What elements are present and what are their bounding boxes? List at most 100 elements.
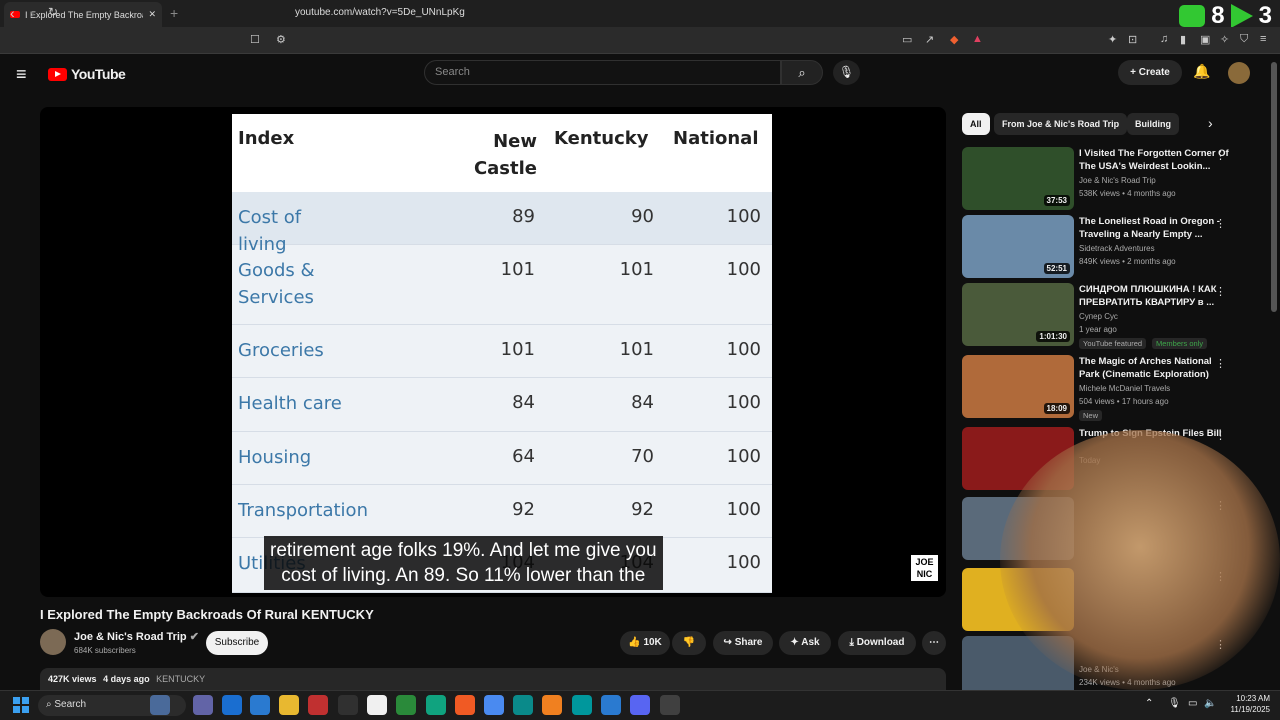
recommended-channel[interactable]: Michele McDaniel Travels bbox=[1079, 384, 1170, 393]
browser-tab-bar bbox=[0, 0, 1280, 27]
back-icon[interactable]: ‹ bbox=[10, 5, 15, 21]
tray-network-icon[interactable]: ▭ bbox=[1188, 698, 1197, 709]
more-options-icon[interactable]: ⋮ bbox=[1215, 217, 1226, 230]
dislike-button[interactable]: 👎 bbox=[672, 631, 706, 655]
hamburger-menu-icon[interactable]: ≡ bbox=[16, 64, 27, 85]
subscribe-button[interactable]: Subscribe bbox=[206, 631, 268, 655]
screenshot-icon[interactable]: ⊡ bbox=[1128, 33, 1137, 46]
recommended-video[interactable]: 52:51 The Loneliest Road in Oregon - Trav… bbox=[962, 215, 1262, 279]
share-button[interactable]: ↪ Share bbox=[713, 631, 773, 655]
app2-icon[interactable] bbox=[660, 695, 680, 715]
vpn-icon[interactable]: ⛉ bbox=[1240, 33, 1248, 46]
taskbar-search-label: Search bbox=[54, 699, 87, 710]
ai-icon[interactable]: ✧ bbox=[1220, 33, 1229, 46]
new-tab-icon[interactable]: + bbox=[170, 5, 178, 21]
discord-icon[interactable] bbox=[630, 695, 650, 715]
chip-building[interactable]: Building bbox=[1127, 113, 1179, 135]
video-thumbnail[interactable]: 18:09 bbox=[962, 355, 1074, 418]
channel-avatar[interactable] bbox=[40, 629, 66, 655]
tab-title: I Explored The Empty Backroads bbox=[25, 9, 144, 20]
recommended-title[interactable]: СИНДРОМ ПЛЮШКИНА ! КАК ПРЕВРАТИТЬ КВАРТИ… bbox=[1079, 283, 1229, 309]
close-tab-icon[interactable]: ✕ bbox=[148, 9, 156, 20]
recommended-channel[interactable]: Sidetrack Adventures bbox=[1079, 244, 1155, 253]
ask-button[interactable]: ✦ Ask bbox=[779, 631, 831, 655]
recommended-video[interactable]: 1:01:30 СИНДРОМ ПЛЮШКИНА ! КАК ПРЕВРАТИТЬ… bbox=[962, 283, 1262, 349]
chip-all[interactable]: All bbox=[962, 113, 990, 135]
recommended-channel[interactable]: Супер Сус bbox=[1079, 312, 1118, 321]
browser-menu-icon[interactable]: ≡ bbox=[1260, 33, 1266, 45]
tray-mic-icon[interactable]: 🎙 bbox=[1168, 698, 1181, 709]
windows-start-icon[interactable] bbox=[13, 697, 29, 713]
ask-label: Ask bbox=[801, 637, 820, 648]
description-box[interactable]: 427K views 4 days ago KENTUCKY bbox=[40, 668, 946, 690]
recommended-title[interactable]: I Visited The Forgotten Corner Of The US… bbox=[1079, 147, 1229, 173]
more-actions-icon[interactable]: ⋯ bbox=[922, 631, 946, 655]
recommended-video[interactable]: 37:53 I Visited The Forgotten Corner Of T… bbox=[962, 147, 1262, 211]
create-button[interactable]: + Create bbox=[1118, 60, 1182, 85]
edge-icon[interactable] bbox=[513, 695, 533, 715]
recommended-video[interactable]: 18:09 The Magic of Arches National Park (… bbox=[962, 355, 1262, 421]
channel-watermark[interactable]: JOE NIC bbox=[911, 555, 938, 581]
remote-desktop-icon[interactable] bbox=[250, 695, 270, 715]
notifications-bell-icon[interactable]: 🔔 bbox=[1193, 63, 1210, 80]
bookmark-icon[interactable]: ☐ bbox=[250, 33, 260, 46]
cast-icon[interactable]: ▭ bbox=[902, 33, 912, 46]
video-thumbnail[interactable]: 1:01:30 bbox=[962, 283, 1074, 346]
file-explorer-icon[interactable] bbox=[279, 695, 299, 715]
widgets-icon[interactable] bbox=[150, 695, 170, 715]
extensions-icon[interactable]: ✦ bbox=[1108, 33, 1117, 46]
teams-icon[interactable] bbox=[193, 695, 213, 715]
tray-overflow-icon[interactable]: ⌃ bbox=[1145, 698, 1153, 709]
firefox-icon[interactable] bbox=[542, 695, 562, 715]
search-input[interactable]: Search bbox=[424, 60, 781, 85]
create-label: Create bbox=[1138, 67, 1170, 78]
shield-app-icon[interactable] bbox=[396, 695, 416, 715]
reload-icon[interactable]: ↻ bbox=[48, 5, 58, 19]
recommended-channel[interactable]: Joe & Nic's Road Trip bbox=[1079, 176, 1156, 185]
youtube-logo[interactable]: YouTube bbox=[48, 66, 126, 82]
wallet-icon[interactable]: ▣ bbox=[1200, 33, 1210, 46]
chips-next-icon[interactable]: › bbox=[1208, 115, 1213, 131]
capcut-icon[interactable] bbox=[367, 695, 387, 715]
outlook-icon[interactable] bbox=[222, 695, 242, 715]
youtube-play-logo-icon bbox=[48, 67, 67, 81]
app-icon[interactable] bbox=[308, 695, 328, 715]
more-options-icon[interactable]: ⋮ bbox=[1215, 357, 1226, 370]
recommended-title[interactable]: The Magic of Arches National Park (Cinem… bbox=[1079, 355, 1229, 381]
share-page-icon[interactable]: ↗ bbox=[925, 33, 934, 46]
channel-name[interactable]: Joe & Nic's Road Trip ✔ bbox=[74, 630, 199, 643]
forward-icon[interactable]: › bbox=[30, 5, 35, 21]
search-icon[interactable]: ⌕ bbox=[781, 60, 823, 85]
url-field[interactable]: youtube.com/watch?v=5De_UNnLpKg bbox=[295, 7, 465, 18]
brave-shield-icon[interactable]: ◆ bbox=[950, 33, 958, 46]
taskbar-clock[interactable]: 10:23 AM 11/19/2025 bbox=[1231, 693, 1270, 715]
hashtag[interactable]: KENTUCKY bbox=[156, 674, 205, 684]
more-options-icon[interactable]: ⋮ bbox=[1215, 285, 1226, 298]
media-icon[interactable]: ♫ bbox=[1160, 33, 1168, 45]
recommended-title[interactable]: The Loneliest Road in Oregon - Traveling… bbox=[1079, 215, 1229, 241]
arduino-icon[interactable] bbox=[572, 695, 592, 715]
like-button[interactable]: 👍 10K bbox=[620, 631, 670, 655]
account-avatar[interactable] bbox=[1228, 62, 1250, 84]
microphone-icon[interactable]: 🎙 bbox=[833, 60, 860, 85]
caption-line-1: retirement age folks 19%. And let me giv… bbox=[270, 540, 657, 561]
rewards-icon[interactable]: ▲ bbox=[972, 33, 983, 45]
vscode-icon[interactable] bbox=[601, 695, 621, 715]
sidebar-icon[interactable]: ▮ bbox=[1180, 33, 1186, 46]
video-thumbnail[interactable]: 37:53 bbox=[962, 147, 1074, 210]
browser-tab[interactable]: I Explored The Empty Backroads ✕ bbox=[4, 2, 162, 27]
chatgpt-icon[interactable] bbox=[426, 695, 446, 715]
subscriber-count: 684K subscribers bbox=[74, 646, 136, 655]
obs-icon[interactable] bbox=[338, 695, 358, 715]
more-options-icon[interactable]: ⋮ bbox=[1215, 149, 1226, 162]
video-thumbnail[interactable]: 52:51 bbox=[962, 215, 1074, 278]
row-label: Goods & Services bbox=[238, 260, 315, 308]
more-options-icon[interactable]: ⋮ bbox=[1215, 429, 1226, 442]
site-info-icon[interactable]: ⚙ bbox=[276, 33, 286, 46]
tray-volume-icon[interactable]: 🔈 bbox=[1204, 698, 1216, 709]
page-scrollbar[interactable] bbox=[1271, 62, 1277, 312]
download-button[interactable]: ⤓ Download bbox=[838, 631, 916, 655]
chip-from-channel[interactable]: From Joe & Nic's Road Trip bbox=[994, 113, 1128, 135]
brave-icon[interactable] bbox=[455, 695, 475, 715]
chrome-icon[interactable] bbox=[484, 695, 504, 715]
